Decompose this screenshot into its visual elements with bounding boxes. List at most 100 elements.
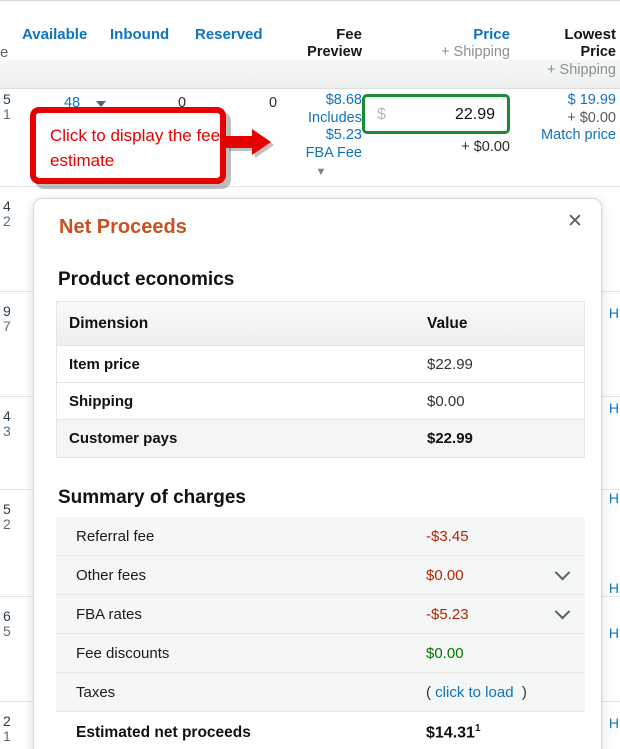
digit-bottom: 2 [3, 213, 11, 229]
column-header-available-label: Available [22, 26, 88, 43]
price-input-value: 22.99 [454, 106, 495, 123]
digit-bottom: 5 [3, 623, 11, 639]
net-proceeds-modal: Net Proceeds ✕ Product economics Dimensi… [33, 198, 602, 749]
screen: e Available Inbound Reserved Fee Preview… [0, 0, 620, 749]
right-edge-fragment[interactable]: H [609, 305, 619, 321]
row-label: Customer pays [69, 430, 178, 447]
left-edge-digits: 4 3 [3, 409, 11, 439]
charge-label: Fee discounts [76, 644, 170, 662]
digit-bottom: 2 [3, 516, 11, 532]
right-edge-fragment[interactable]: H [609, 715, 619, 731]
match-price-link[interactable]: Match price [541, 127, 616, 143]
chevron-down-icon [554, 564, 570, 580]
close-icon[interactable]: ✕ [563, 209, 587, 233]
row-label: Shipping [69, 392, 134, 410]
right-edge-fragment[interactable]: H [609, 580, 619, 596]
digit-top: 6 [3, 608, 11, 624]
column-header-available[interactable]: Available [22, 26, 87, 44]
net-proceeds-label: Estimated net proceeds [76, 724, 251, 741]
digit-bottom: 3 [3, 423, 11, 439]
column-header-lowest-price-sub2: + Shipping [547, 61, 616, 78]
annotation-arrow [224, 126, 276, 164]
charge-value: $0.00 [426, 566, 464, 584]
left-edge-digits: 6 5 [3, 609, 11, 639]
product-economics-table: Dimension Value Item price $22.99 Shippi… [56, 301, 585, 458]
fee-preview-cell[interactable]: $8.68 Includes $5.23 FBA Fee ▼ [280, 92, 362, 182]
price-input[interactable]: $ 22.99 [362, 94, 510, 134]
top-divider [0, 0, 620, 1]
annotation-callout: Click to display the fee estimate [30, 107, 226, 184]
column-header-lowest-price-sub: Price [580, 44, 616, 61]
taxes-link-text: click to load [435, 683, 514, 701]
row-divider [0, 186, 620, 187]
charge-value: -$3.45 [426, 527, 469, 545]
row-value: $22.99 [427, 355, 473, 373]
charge-row-fba-rates[interactable]: FBA rates -$5.23 [56, 595, 585, 634]
price-shipping-value: + $0.00 [461, 139, 510, 155]
charge-label: FBA rates [76, 605, 142, 623]
modal-title: Net Proceeds [59, 216, 187, 238]
left-edge-digits: 4 2 [3, 199, 11, 229]
reserved-quantity-value: 0 [269, 95, 278, 111]
column-header-price[interactable]: Price + Shipping [402, 26, 510, 62]
row-value: $0.00 [427, 392, 465, 410]
summary-of-charges-heading: Summary of charges [58, 487, 246, 508]
column-header-lowest-price[interactable]: Lowest Price + Shipping [508, 26, 616, 80]
net-proceeds-value-wrap: $14.311 [426, 723, 539, 742]
charge-label: Taxes [76, 683, 116, 701]
column-header-fee-preview-sub: Preview [307, 44, 362, 61]
expand-other-fees-button[interactable] [539, 564, 585, 581]
digit-bottom: 1 [3, 728, 11, 744]
row-label: Item price [69, 355, 140, 373]
fee-preview-includes-label: Includes [307, 109, 362, 126]
left-edge-digits: 2 1 [3, 714, 11, 744]
digit-bottom: 1 [3, 106, 11, 122]
charge-value: $0.00 [426, 644, 464, 662]
fee-preview-fba-amount: $5.23 [325, 127, 362, 143]
right-edge-fragment[interactable]: H [609, 490, 619, 506]
charge-row-estimated-net-proceeds: Estimated net proceeds $14.311 [56, 712, 585, 749]
charge-label: Referral fee [76, 527, 155, 545]
net-proceeds-value: $14.31 [426, 724, 475, 742]
digit-top: 4 [3, 198, 11, 214]
header-fragment-left: e [0, 44, 9, 61]
column-header-reserved-label: Reserved [195, 26, 263, 43]
charge-row-referral-fee: Referral fee -$3.45 [56, 517, 585, 556]
digit-top: 9 [3, 303, 11, 319]
table-row-total: Customer pays $22.99 [57, 420, 584, 457]
column-header-dimension: Dimension [69, 314, 149, 332]
right-edge-fragment[interactable]: H [609, 400, 619, 416]
digit-top: 5 [3, 91, 11, 107]
table-row: Shipping $0.00 [57, 383, 584, 420]
annotation-text: Click to display the fee estimate [50, 126, 221, 170]
row-value: $22.99 [427, 430, 473, 447]
left-edge-digits: 5 1 [3, 92, 11, 122]
column-header-inbound-label: Inbound [110, 26, 170, 43]
lowest-price-value: $ 19.99 [567, 92, 616, 108]
left-edge-digits: 5 2 [3, 502, 11, 532]
charge-row-taxes[interactable]: Taxes ( click to load ) [56, 673, 585, 712]
fee-preview-amount: $8.68 [325, 92, 362, 108]
digit-top: 4 [3, 408, 11, 424]
column-header-price-sub: + Shipping [441, 44, 510, 61]
charge-row-other-fees[interactable]: Other fees $0.00 [56, 556, 585, 595]
column-header-price-label: Price [473, 26, 510, 43]
expand-fba-rates-button[interactable] [539, 603, 585, 620]
lowest-price-cell: $ 19.99 + $0.00 Match price [516, 92, 616, 145]
digit-top: 2 [3, 713, 11, 729]
digit-bottom: 7 [3, 318, 11, 334]
charge-label: Other fees [76, 566, 147, 584]
right-edge-fragment[interactable]: H [609, 625, 619, 641]
charge-value: -$5.23 [426, 605, 469, 623]
currency-symbol: $ [377, 106, 386, 123]
column-header-inbound[interactable]: Inbound [110, 26, 169, 44]
right-arrow-icon [226, 129, 274, 158]
column-header-fee-preview[interactable]: Fee Preview [282, 26, 362, 62]
column-header-lowest-price-label: Lowest [564, 26, 616, 43]
fee-preview-fba-label: FBA Fee [305, 144, 362, 161]
summary-of-charges-table: Referral fee -$3.45 Other fees $0.00 FBA… [56, 517, 585, 749]
chevron-down-icon [554, 603, 570, 619]
chevron-down-icon[interactable]: ▼ [280, 164, 362, 182]
taxes-click-to-load-link[interactable]: ( click to load ) [426, 684, 539, 701]
column-header-reserved[interactable]: Reserved [195, 26, 263, 44]
